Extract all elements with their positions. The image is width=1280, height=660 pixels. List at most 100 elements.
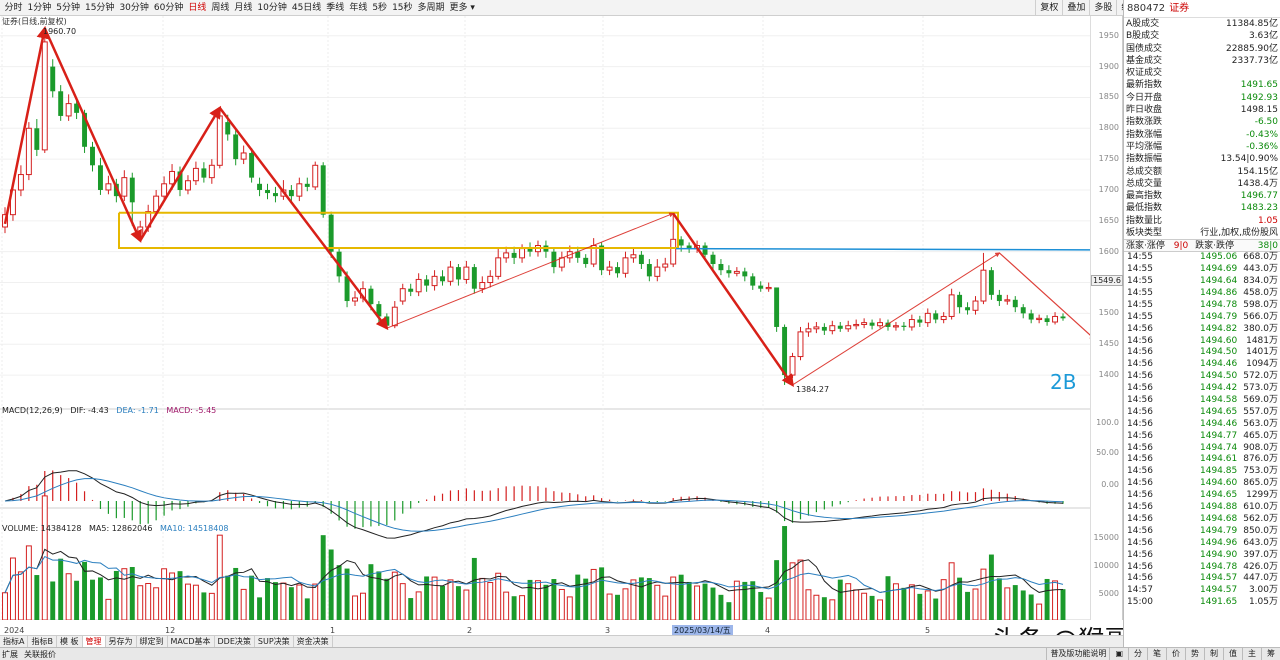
breadth-header: 涨家·涨停 9|0 跌家·跌停 38|0	[1124, 239, 1280, 253]
tick-time: 14:56	[1127, 525, 1153, 536]
indicator-tab[interactable]: 指标A	[0, 636, 29, 647]
app-window: 分时 1分钟 5分钟 15分钟 30分钟 60分钟 日线 周线 月线 10分钟 45日线 季线 年线 5秒…	[0, 0, 1280, 660]
date-label: 12	[165, 626, 176, 635]
tick-row: 14:56 1494.42 573.0万	[1124, 383, 1280, 395]
indicator-tab[interactable]: 另存为	[106, 636, 137, 647]
indicator-tab[interactable]: MACD基本	[168, 636, 215, 647]
tool-button[interactable]: 叠加	[1062, 0, 1089, 16]
candle-body	[368, 288, 374, 305]
period-tab[interactable]: 多周期	[415, 0, 447, 16]
status-item[interactable]: 关联报价	[24, 650, 56, 659]
status-button[interactable]: ▣	[1109, 648, 1128, 660]
volume-bar	[1028, 594, 1034, 620]
indicator-tab[interactable]: 资金决策	[294, 636, 333, 647]
tick-time: 14:56	[1127, 418, 1153, 429]
tick-price: 1494.46	[1200, 359, 1238, 370]
tool-button[interactable]: 复权	[1035, 0, 1062, 16]
tick-time: 14:55	[1127, 311, 1153, 322]
volume-bar	[97, 577, 103, 620]
tick-price: 1494.60	[1200, 478, 1238, 489]
period-tab[interactable]: 1分钟	[25, 0, 54, 16]
stat-label: 基金成交	[1126, 55, 1163, 66]
tick-volume: 465.0万	[1243, 430, 1278, 441]
period-tab[interactable]: 15秒	[390, 0, 415, 16]
status-button[interactable]: 势	[1185, 648, 1204, 660]
candle-body	[845, 325, 852, 330]
candle-body	[495, 257, 502, 277]
status-button[interactable]: 普及版功能说明	[1046, 648, 1109, 660]
tool-button[interactable]: 多股	[1089, 0, 1116, 16]
candle-body	[646, 264, 652, 277]
tick-list[interactable]: 14:55 1495.06 668.0万 14:55 1494.69 443.0万 14:5…	[1124, 252, 1280, 609]
volume-bar	[980, 568, 987, 620]
candle-body	[917, 319, 923, 323]
period-tab[interactable]: 60分钟	[151, 0, 185, 16]
period-tab[interactable]: 分时	[2, 0, 25, 16]
candle-body	[670, 238, 677, 265]
indicator-tab[interactable]: 模 板	[57, 636, 83, 647]
trend-arrow	[218, 107, 389, 331]
period-tab[interactable]: 45日线	[289, 0, 323, 16]
indicator-tab[interactable]: SUP决策	[255, 636, 294, 647]
period-tab[interactable]: 10分钟	[255, 0, 289, 16]
status-button[interactable]: 分	[1128, 648, 1147, 660]
status-button[interactable]: 值	[1223, 648, 1242, 660]
candle-body	[208, 164, 215, 179]
period-tab[interactable]: 15分钟	[82, 0, 116, 16]
volume-bar	[304, 598, 310, 620]
status-button[interactable]: 价	[1166, 648, 1185, 660]
period-tab[interactable]: 更多 ▾	[447, 0, 477, 16]
kline-chart-area[interactable]: 1950190018501800175017001650160015501500…	[0, 16, 1208, 656]
period-tab[interactable]: 周线	[209, 0, 232, 16]
period-tab[interactable]: 日线	[186, 0, 209, 16]
candle-body	[447, 266, 454, 282]
status-button[interactable]: 主	[1242, 648, 1261, 660]
volume-bar	[463, 589, 470, 620]
candle-body	[630, 254, 637, 259]
period-tab[interactable]: 月线	[232, 0, 255, 16]
volume-bar	[368, 564, 374, 620]
candle-body	[1036, 317, 1043, 321]
indicator-tab[interactable]: 管理	[82, 636, 106, 647]
stat-value: 1.05	[1257, 215, 1278, 226]
up-label: 涨家·涨停	[1126, 241, 1165, 252]
volume-title: VOLUME: 14384128 MA5: 12862046 MA10: 145…	[2, 524, 234, 533]
period-tab[interactable]: 5分钟	[54, 0, 83, 16]
tick-price: 1494.82	[1200, 323, 1238, 334]
last-price-tag: 1549.6	[1091, 275, 1123, 286]
candle-body	[972, 300, 979, 311]
stat-value: -6.50	[1254, 117, 1278, 128]
volume-bar	[431, 576, 438, 620]
trend-arrow	[792, 252, 1001, 386]
period-tab[interactable]: 季线	[324, 0, 347, 16]
volume-bar	[233, 567, 239, 620]
indicator-tab[interactable]: DDE决策	[215, 636, 255, 647]
volume-bar	[869, 595, 875, 620]
status-button[interactable]: 笔	[1147, 648, 1166, 660]
stat-label: 国债成交	[1126, 43, 1163, 54]
status-button[interactable]: 筹	[1261, 648, 1280, 660]
index-name[interactable]: 证券	[1169, 3, 1189, 14]
tick-time: 14:56	[1127, 490, 1153, 501]
period-tab[interactable]: 30分钟	[117, 0, 151, 16]
period-tab[interactable]: 年线	[347, 0, 370, 16]
period-tab[interactable]: 5秒	[370, 0, 390, 16]
volume-bar	[774, 560, 780, 620]
tick-time: 14:55	[1127, 276, 1153, 287]
period-toolbar: 分时 1分钟 5分钟 15分钟 30分钟 60分钟 日线 周线 月线 10分钟 45日线 季线 年线 5秒…	[0, 0, 1280, 16]
volume-bar	[288, 587, 294, 620]
candle-body	[789, 356, 796, 376]
volume-bar	[74, 580, 80, 620]
status-item[interactable]: 扩展	[2, 650, 18, 659]
tick-volume: 397.0万	[1243, 549, 1278, 560]
status-button[interactable]: 制	[1204, 648, 1223, 660]
candle-body	[901, 325, 907, 327]
indicator-tab[interactable]: 绑定到	[137, 636, 168, 647]
tick-price: 1494.50	[1200, 347, 1238, 358]
macd-tick: 50.00	[1096, 448, 1119, 457]
indicator-tab[interactable]: 指标B	[28, 636, 57, 647]
tick-volume: 458.0万	[1243, 288, 1278, 299]
volume-bar	[240, 588, 247, 620]
stat-value: -0.43%	[1246, 129, 1278, 140]
volume-tick: 5000	[1098, 589, 1119, 598]
